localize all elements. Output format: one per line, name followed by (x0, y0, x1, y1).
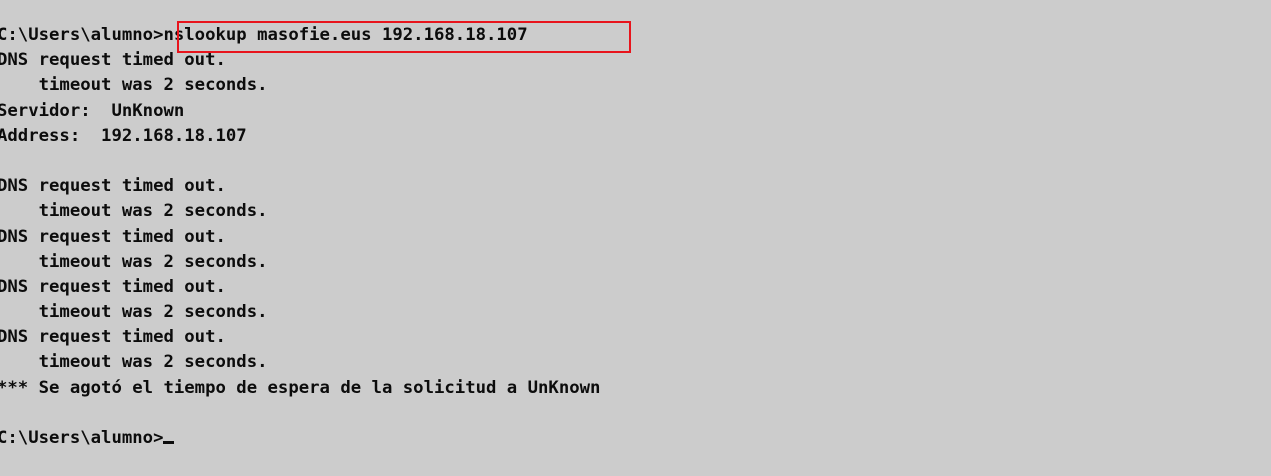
output-line: timeout was 2 seconds. (0, 201, 268, 222)
command-highlight-box (177, 21, 631, 53)
output-line: DNS request timed out. (0, 327, 226, 348)
prompt-text: C:\Users\alumno> (0, 25, 164, 45)
output-line: DNS request timed out. (0, 226, 226, 247)
text-cursor (163, 441, 175, 444)
output-line: timeout was 2 seconds. (0, 352, 268, 373)
output-line: DNS request timed out. (0, 276, 226, 297)
current-prompt-line[interactable]: C:\Users\alumno> (0, 426, 600, 451)
output-line: Address: 192.168.18.107 (0, 125, 247, 146)
prompt-text: C:\Users\alumno> (0, 428, 164, 448)
output-line: DNS request timed out. (0, 176, 226, 197)
output-line: timeout was 2 seconds. (0, 75, 268, 96)
output-line: Servidor: UnKnown (0, 100, 185, 121)
output-line: *** Se agotó el tiempo de espera de la s… (0, 377, 601, 398)
output-line: timeout was 2 seconds. (0, 302, 268, 323)
console-window[interactable]: C:\Users\alumno>nslookup masofie.eus 192… (0, 0, 1271, 476)
console-output: C:\Users\alumno>nslookup masofie.eus 192… (0, 23, 600, 451)
output-line: timeout was 2 seconds. (0, 251, 268, 272)
